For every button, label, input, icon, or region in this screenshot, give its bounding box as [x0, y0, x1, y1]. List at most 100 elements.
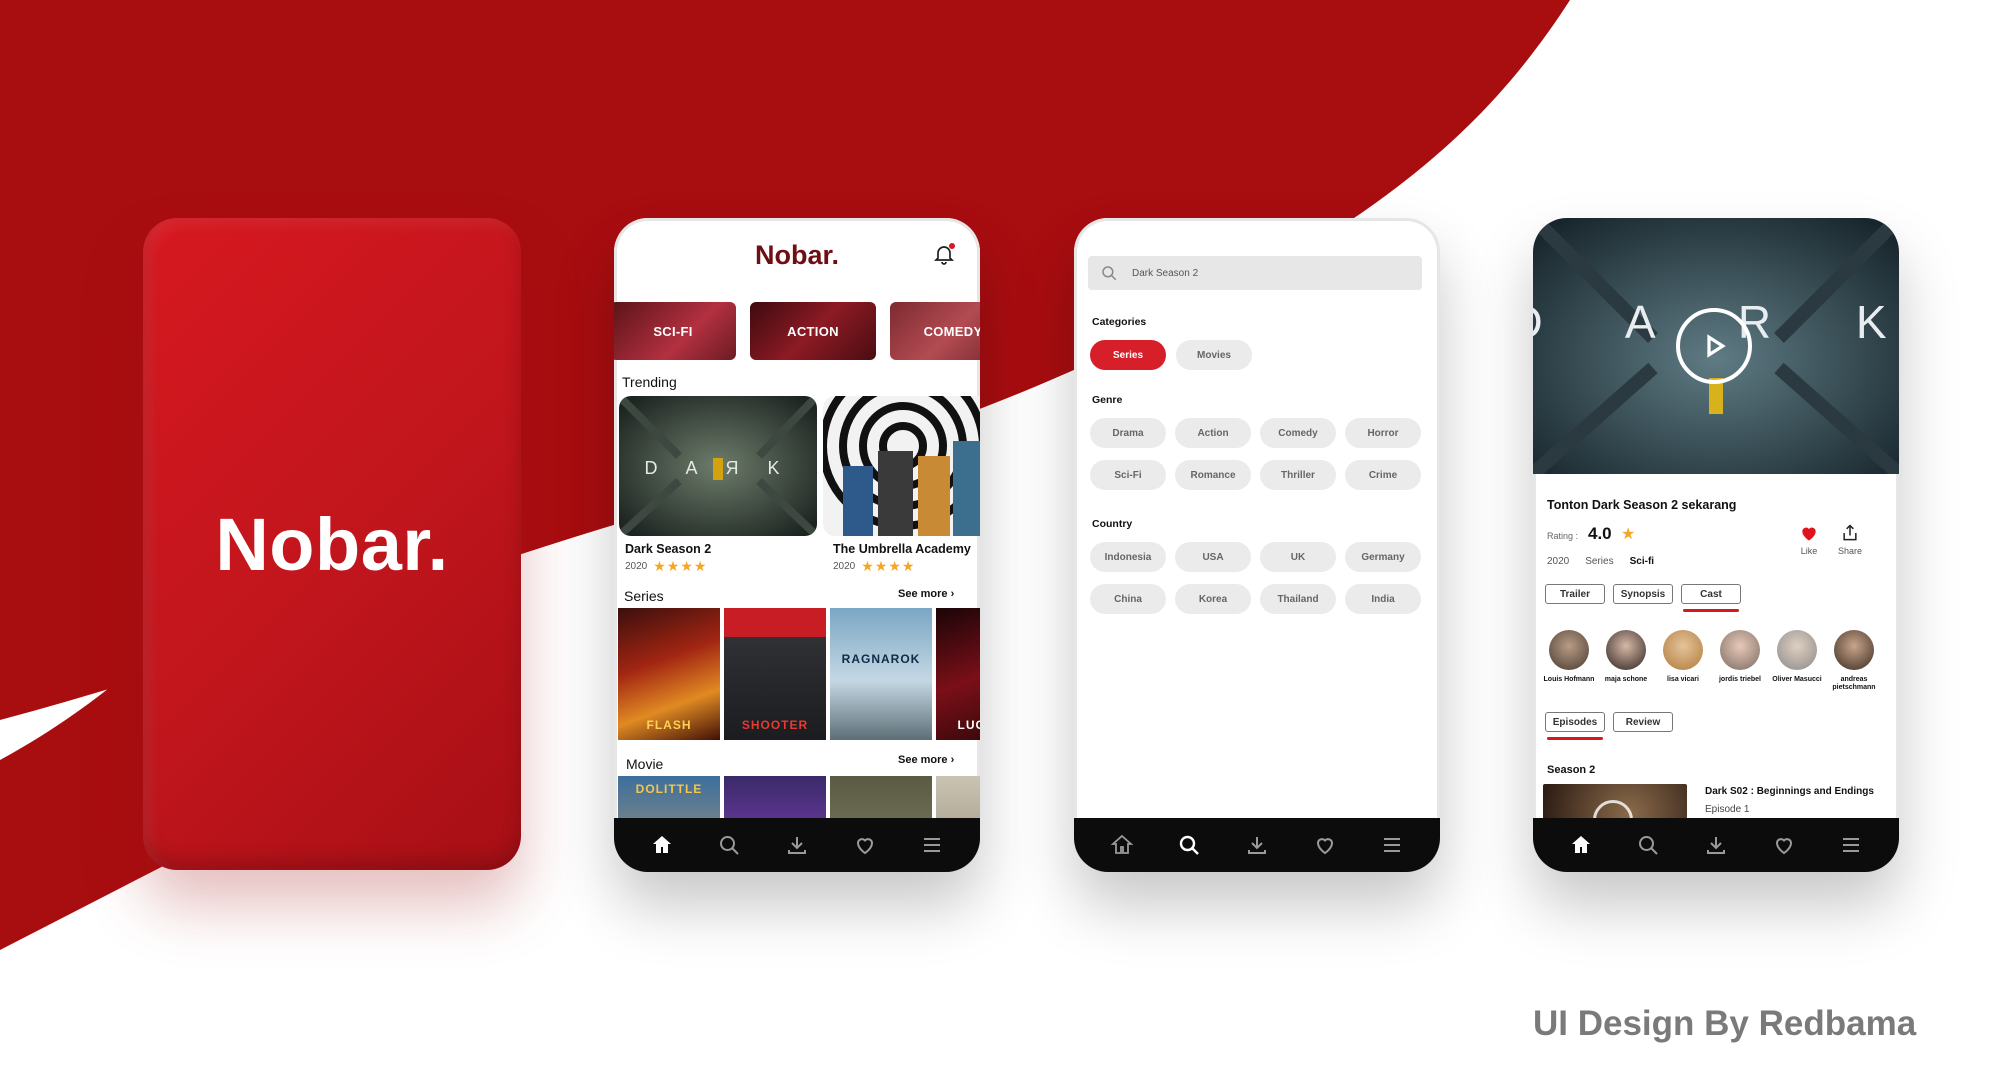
bottom-navbar — [1074, 818, 1440, 872]
nav-menu[interactable] — [915, 828, 949, 862]
heart-icon — [856, 838, 873, 855]
nav-home[interactable] — [1105, 828, 1139, 862]
chip-genre-thriller[interactable]: Thriller — [1260, 460, 1336, 490]
avatar — [1834, 630, 1874, 670]
cast-member[interactable]: Oliver Masucci — [1771, 630, 1823, 684]
chip-series[interactable]: Series — [1090, 340, 1166, 370]
chip-genre-horror[interactable]: Horror — [1345, 418, 1421, 448]
tab-synopsis[interactable]: Synopsis — [1613, 584, 1673, 604]
nav-favorites[interactable] — [848, 828, 882, 862]
chip-genre-romance[interactable]: Romance — [1175, 460, 1251, 490]
trending-card-umbrella[interactable] — [823, 396, 980, 536]
star-icon: ★ — [1621, 526, 1636, 543]
rating-value: 4.0 — [1588, 524, 1612, 543]
chip-country-indonesia[interactable]: Indonesia — [1090, 542, 1166, 572]
chip-country-uk[interactable]: UK — [1260, 542, 1336, 572]
design-credit: UI Design By Redbama — [1533, 1004, 1917, 1043]
series-poster-shooter[interactable]: SHOOTER — [724, 608, 826, 740]
genre-label: Genre — [1092, 394, 1123, 406]
nav-favorites[interactable] — [1767, 828, 1801, 862]
play-button[interactable] — [1676, 308, 1752, 384]
tab-episodes[interactable]: Episodes — [1545, 712, 1605, 732]
movie-see-more[interactable]: See more › — [898, 754, 954, 766]
svg-text:D A Я K: D A Я K — [644, 458, 791, 478]
search-icon — [1639, 836, 1659, 855]
chip-genre-crime[interactable]: Crime — [1345, 460, 1421, 490]
category-tile-comedy[interactable]: COMEDY — [890, 302, 980, 360]
detail-title: Tonton Dark Season 2 sekarang — [1547, 498, 1737, 512]
rating-label: Rating : — [1547, 531, 1579, 541]
rating-stars: ★★★★ — [861, 558, 916, 574]
series-poster-flash[interactable]: FLASH — [618, 608, 720, 740]
notification-button[interactable] — [932, 242, 956, 266]
detail-screen: D A R K Tonton Dark Season 2 sekarang Ra… — [1533, 218, 1899, 872]
chip-movies[interactable]: Movies — [1176, 340, 1252, 370]
nav-search[interactable] — [712, 828, 746, 862]
chip-country-korea[interactable]: Korea — [1175, 584, 1251, 614]
movie-label: Movie — [626, 756, 664, 772]
series-poster-lucifer[interactable]: LUCIFER — [936, 608, 980, 740]
download-icon — [1706, 837, 1725, 854]
categories-label: Categories — [1092, 316, 1147, 328]
chip-genre-scifi[interactable]: Sci-Fi — [1090, 460, 1166, 490]
nav-home[interactable] — [645, 828, 679, 862]
search-icon — [720, 836, 740, 855]
chip-genre-drama[interactable]: Drama — [1090, 418, 1166, 448]
category-tile-scifi[interactable]: SCI-FI — [614, 302, 736, 360]
category-tile-action[interactable]: ACTION — [750, 302, 876, 360]
nav-menu[interactable] — [1375, 828, 1409, 862]
notification-dot — [949, 243, 955, 249]
like-button[interactable]: Like — [1789, 523, 1829, 556]
nav-download[interactable] — [1699, 828, 1733, 862]
chip-country-india[interactable]: India — [1345, 584, 1421, 614]
chip-genre-action[interactable]: Action — [1175, 418, 1251, 448]
nav-download[interactable] — [1240, 828, 1274, 862]
search-input[interactable]: Dark Season 2 — [1088, 256, 1422, 290]
nav-search[interactable] — [1631, 828, 1665, 862]
home-icon — [1110, 834, 1134, 854]
trending-card-dark[interactable]: D A Я K — [619, 396, 817, 536]
splash-screen: Nobar. — [143, 218, 521, 870]
cast-member[interactable]: Louis Hofmann — [1543, 630, 1595, 684]
app-logo: Nobar. — [754, 240, 840, 270]
trending-meta-dark: Dark Season 2 2020 ★★★★ — [625, 542, 712, 574]
cast-member[interactable]: maja schone — [1600, 630, 1652, 684]
share-icon — [1843, 524, 1857, 541]
series-label: Series — [624, 588, 664, 604]
avatar — [1720, 630, 1760, 670]
umbrella-poster — [823, 396, 980, 536]
chip-country-thailand[interactable]: Thailand — [1260, 584, 1336, 614]
cast-member[interactable]: lisa vicari — [1657, 630, 1709, 684]
tab-active-indicator — [1683, 609, 1739, 612]
tab-cast[interactable]: Cast — [1681, 584, 1741, 604]
search-icon — [1102, 266, 1117, 281]
home-icon — [1571, 836, 1590, 853]
share-button[interactable]: Share — [1830, 523, 1870, 556]
nav-menu[interactable] — [1834, 828, 1868, 862]
play-icon — [1707, 334, 1726, 358]
search-query: Dark Season 2 — [1132, 267, 1199, 279]
chip-country-usa[interactable]: USA — [1175, 542, 1251, 572]
series-see-more[interactable]: See more › — [898, 588, 954, 600]
episode-title: Dark S02 : Beginnings and Endings — [1705, 786, 1874, 797]
sub-tab-active-indicator — [1547, 737, 1603, 740]
bottom-navbar — [1533, 818, 1899, 872]
tab-review[interactable]: Review — [1613, 712, 1673, 732]
nav-favorites[interactable] — [1308, 828, 1342, 862]
nav-home[interactable] — [1564, 828, 1598, 862]
nav-search[interactable] — [1172, 828, 1206, 862]
nav-download[interactable] — [780, 828, 814, 862]
season-label: Season 2 — [1547, 764, 1596, 776]
search-icon — [1180, 835, 1200, 855]
cast-member[interactable]: jordis triebel — [1714, 630, 1766, 684]
heart-icon — [1775, 838, 1792, 855]
chip-country-china[interactable]: China — [1090, 584, 1166, 614]
tab-trailer[interactable]: Trailer — [1545, 584, 1605, 604]
chip-country-germany[interactable]: Germany — [1345, 542, 1421, 572]
heart-icon — [1802, 527, 1816, 541]
chip-genre-comedy[interactable]: Comedy — [1260, 418, 1336, 448]
series-poster-ragnarok[interactable]: RAGNAROK — [830, 608, 932, 740]
cast-member[interactable]: andreas pietschmann — [1828, 630, 1880, 693]
search-screen: Dark Season 2 Categories Series Movies G… — [1074, 218, 1440, 872]
home-header: Nobar. — [614, 240, 980, 271]
